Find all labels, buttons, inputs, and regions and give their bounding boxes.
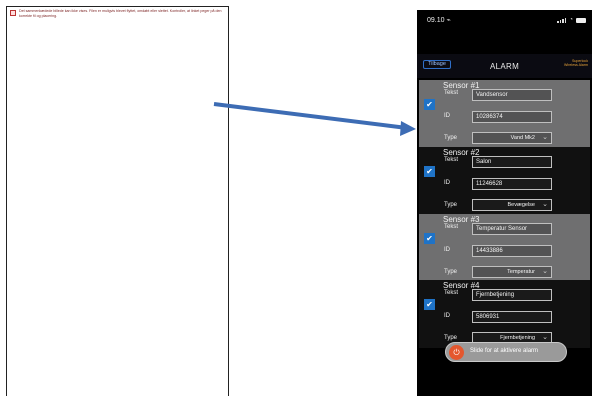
id-label: ID <box>444 313 450 319</box>
activate-alarm-slider[interactable]: ⏻ Slide for at aktivere alarm <box>445 342 567 362</box>
broken-image-message: Det sammenkædede billede kan ikke vises.… <box>19 9 222 18</box>
chevron-down-icon: ⌄ <box>542 268 548 275</box>
type-select[interactable]: Bevægelse ⌄ <box>472 199 552 211</box>
wifi-icon: ◔ <box>569 17 573 23</box>
type-label: Type <box>444 202 458 208</box>
id-input[interactable]: 11246628 <box>472 178 552 190</box>
sensor-card: Sensor #2 ✔ Tekst Salon ID 11246628 Type… <box>419 147 590 215</box>
type-label: Type <box>444 269 458 275</box>
type-label: Type <box>444 135 458 141</box>
status-time: 09.10 ⌁ <box>427 17 451 24</box>
type-select-value: Bevægelse <box>507 202 535 208</box>
id-input[interactable]: 10286374 <box>472 111 552 123</box>
tekst-input[interactable]: Fjernbetjening <box>472 289 552 301</box>
brand-logo: Superlock Wireless Alarm <box>564 59 588 67</box>
sensor-card: Sensor #4 ✔ Tekst Fjernbetjening ID 5806… <box>419 280 590 348</box>
id-input[interactable]: 5806931 <box>472 311 552 323</box>
broken-image-icon <box>10 10 16 16</box>
nav-bar: Tilbage ALARM Superlock Wireless Alarm <box>417 54 592 78</box>
type-select[interactable]: Vand Mk2 ⌄ <box>472 132 552 144</box>
power-icon[interactable]: ⏻ <box>449 345 464 360</box>
tekst-input[interactable]: Temperatur Sensor <box>472 223 552 235</box>
tekst-input[interactable]: Salon <box>472 156 552 168</box>
sensor-card: Sensor #3 ✔ Tekst Temperatur Sensor ID 1… <box>419 214 590 282</box>
tekst-label: Tekst <box>444 224 459 230</box>
chevron-down-icon: ⌄ <box>542 201 548 208</box>
type-select[interactable]: Temperatur ⌄ <box>472 266 552 278</box>
id-label: ID <box>444 113 450 119</box>
type-select-value: Fjernbetjening <box>500 335 535 341</box>
tekst-label: Tekst <box>444 157 459 163</box>
id-label: ID <box>444 247 450 253</box>
sensor-checkbox[interactable]: ✔ <box>424 299 435 310</box>
signal-icon <box>557 17 567 23</box>
type-select-value: Vand Mk2 <box>510 135 535 141</box>
tekst-input[interactable]: Vandsensor <box>472 89 552 101</box>
chevron-down-icon: ⌄ <box>542 134 548 141</box>
type-select-value: Temperatur <box>507 269 535 275</box>
id-input[interactable]: 14433886 <box>472 245 552 257</box>
sensor-checkbox[interactable]: ✔ <box>424 99 435 110</box>
status-bar: 09.10 ⌁ ◔ <box>417 10 592 34</box>
screenshot-canvas: Det sammenkædede billede kan ikke vises.… <box>0 0 592 396</box>
sensor-card: Sensor #1 ✔ Tekst Vandsensor ID 10286374… <box>419 80 590 148</box>
type-label: Type <box>444 335 458 341</box>
sensor-checkbox[interactable]: ✔ <box>424 166 435 177</box>
document-page: Det sammenkædede billede kan ikke vises.… <box>6 6 229 396</box>
id-label: ID <box>444 180 450 186</box>
tekst-label: Tekst <box>444 290 459 296</box>
battery-icon <box>576 17 586 23</box>
tekst-label: Tekst <box>444 90 459 96</box>
status-icons: ◔ <box>557 17 586 23</box>
sensor-checkbox[interactable]: ✔ <box>424 233 435 244</box>
phone-screen: 09.10 ⌁ ◔ Tilbage ALARM Superlock Wirele… <box>417 10 592 396</box>
slider-label: Slide for at aktivere alarm <box>470 348 539 354</box>
